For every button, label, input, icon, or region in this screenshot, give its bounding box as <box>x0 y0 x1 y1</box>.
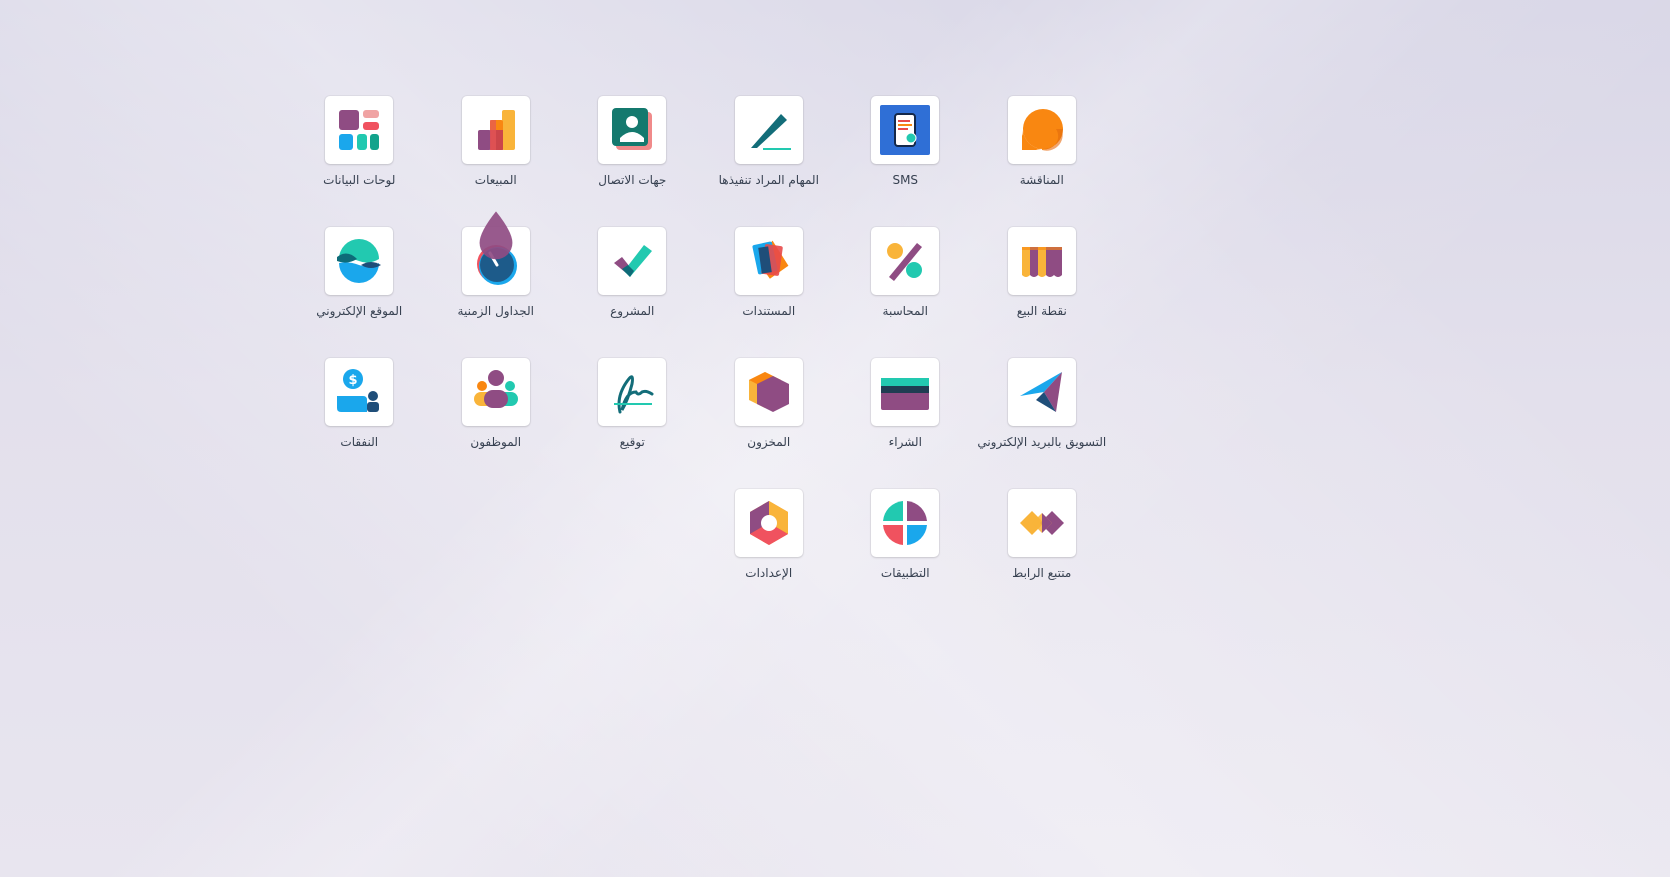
app-tile[interactable] <box>871 358 940 426</box>
app-discuss[interactable]: المناقشة <box>974 96 1111 227</box>
discuss-icon <box>1016 104 1068 156</box>
app-tile[interactable]: $ <box>325 358 394 426</box>
app-label: المستندات <box>742 304 796 318</box>
app-tile[interactable] <box>871 227 940 295</box>
contacts-icon <box>606 104 658 156</box>
app-dashboards[interactable]: لوحات البيانات <box>291 96 428 227</box>
employees-icon <box>470 366 522 418</box>
expenses-icon: $ <box>333 366 385 418</box>
project-icon <box>606 235 658 287</box>
app-sms[interactable]: SMS <box>837 96 974 227</box>
app-label: الموقع الإلكتروني <box>316 304 403 318</box>
app-label: SMS <box>892 173 919 187</box>
app-tile[interactable] <box>734 358 803 426</box>
app-tile[interactable] <box>598 227 667 295</box>
app-tile[interactable] <box>1007 227 1076 295</box>
svg-text:$: $ <box>349 373 358 388</box>
drag-drop-indicator <box>479 211 513 260</box>
website-icon <box>333 235 385 287</box>
app-grid: المناقشة SMS المهام المراد تنفيذها جهات … <box>290 96 1110 620</box>
app-link-tracker[interactable]: متتبع الرابط <box>974 489 1111 620</box>
app-expenses[interactable]: $ النفقات <box>291 358 428 489</box>
accounting-icon <box>879 235 931 287</box>
app-label: لوحات البيانات <box>323 173 396 187</box>
app-label: جهات الاتصال <box>598 173 667 187</box>
sms-icon <box>879 104 931 156</box>
purchase-icon <box>879 366 931 418</box>
app-tile[interactable] <box>1007 489 1076 557</box>
app-label: نقطة البيع <box>1016 304 1067 318</box>
app-tile[interactable] <box>871 489 940 557</box>
app-email-marketing[interactable]: التسويق بالبريد الإلكتروني <box>974 358 1111 489</box>
app-tile[interactable] <box>598 96 667 164</box>
app-tile[interactable] <box>734 489 803 557</box>
app-label: الموظفون <box>470 435 522 449</box>
app-label: المخزون <box>747 435 791 449</box>
app-tile[interactable] <box>871 96 940 164</box>
app-label: توقيع <box>619 435 645 449</box>
app-project[interactable]: المشروع <box>564 227 701 358</box>
documents-icon <box>743 235 795 287</box>
app-tile[interactable] <box>598 358 667 426</box>
app-tile[interactable] <box>461 96 530 164</box>
settings-icon <box>743 497 795 549</box>
app-employees[interactable]: الموظفون <box>428 358 565 489</box>
todo-icon <box>743 104 795 156</box>
app-documents[interactable]: المستندات <box>701 227 838 358</box>
app-tile[interactable] <box>325 227 394 295</box>
apps-icon <box>879 497 931 549</box>
app-tile[interactable] <box>734 227 803 295</box>
app-label: التطبيقات <box>880 566 930 580</box>
email-marketing-icon <box>1016 366 1068 418</box>
app-label: النفقات <box>340 435 379 449</box>
app-label: الإعدادات <box>745 566 793 580</box>
app-settings[interactable]: الإعدادات <box>701 489 838 620</box>
app-label: المهام المراد تنفيذها <box>718 173 819 187</box>
app-label: الشراء <box>888 435 922 449</box>
inventory-icon <box>743 366 795 418</box>
app-pos[interactable]: نقطة البيع <box>974 227 1111 358</box>
app-tile[interactable] <box>734 96 803 164</box>
app-sales[interactable]: المبيعات <box>428 96 565 227</box>
app-tile[interactable] <box>1007 96 1076 164</box>
sales-icon <box>470 104 522 156</box>
app-contacts[interactable]: جهات الاتصال <box>564 96 701 227</box>
app-tile[interactable] <box>461 211 530 295</box>
app-label: متتبع الرابط <box>1012 566 1072 580</box>
app-tile[interactable] <box>1007 358 1076 426</box>
app-label: المشروع <box>610 304 655 318</box>
app-purchase[interactable]: الشراء <box>837 358 974 489</box>
dashboards-icon <box>333 104 385 156</box>
link-tracker-icon <box>1016 497 1068 549</box>
app-sign[interactable]: توقيع <box>564 358 701 489</box>
app-label: الجداول الزمنية <box>457 304 534 318</box>
app-tile[interactable] <box>325 96 394 164</box>
point-of-sale-icon <box>1016 235 1068 287</box>
app-tile[interactable] <box>461 358 530 426</box>
app-inventory[interactable]: المخزون <box>701 358 838 489</box>
app-todo[interactable]: المهام المراد تنفيذها <box>701 96 838 227</box>
app-apps[interactable]: التطبيقات <box>837 489 974 620</box>
app-accounting[interactable]: المحاسبة <box>837 227 974 358</box>
app-label: المحاسبة <box>882 304 928 318</box>
app-label: المناقشة <box>1019 173 1064 187</box>
sign-icon <box>606 366 658 418</box>
app-label: التسويق بالبريد الإلكتروني <box>977 435 1107 449</box>
app-website[interactable]: الموقع الإلكتروني <box>291 227 428 358</box>
app-label: المبيعات <box>474 173 517 187</box>
app-timesheets[interactable]: الجداول الزمنية <box>428 211 565 358</box>
